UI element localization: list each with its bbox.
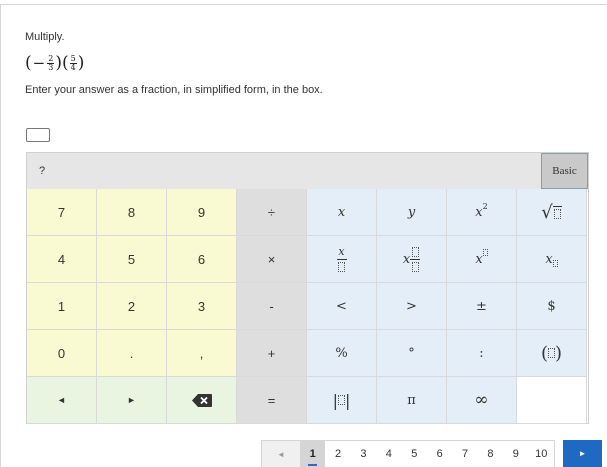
key-cursor-left[interactable]: ◄ xyxy=(27,377,97,424)
key-8[interactable]: 8 xyxy=(97,189,167,236)
math-keypad: ? Basic 7 8 9 ÷ x y x2 √ 4 5 6 × x x x x… xyxy=(26,152,589,424)
key-greater-than[interactable]: > xyxy=(377,283,447,330)
key-6[interactable]: 6 xyxy=(167,236,237,283)
fraction-2: 5 4 xyxy=(69,53,77,72)
keypad-grid: 7 8 9 ÷ x y x2 √ 4 5 6 × x x x x 1 2 3 -… xyxy=(27,189,587,424)
key-square-root[interactable]: √ xyxy=(517,189,587,236)
frame-border-left xyxy=(0,4,1,467)
key-percent[interactable]: % xyxy=(307,330,377,377)
key-plus-minus[interactable]: ± xyxy=(447,283,517,330)
key-4[interactable]: 4 xyxy=(27,236,97,283)
key-decimal[interactable]: . xyxy=(97,330,167,377)
prev-page-button[interactable]: ◄ xyxy=(262,441,300,467)
key-x-power[interactable]: x xyxy=(447,236,517,283)
key-x-subscript[interactable]: x xyxy=(517,236,587,283)
key-3[interactable]: 3 xyxy=(167,283,237,330)
page-3[interactable]: 3 xyxy=(351,441,376,467)
parentheses-icon: () xyxy=(540,342,563,364)
page-9[interactable]: 9 xyxy=(503,441,528,467)
page-4[interactable]: 4 xyxy=(376,441,401,467)
key-comma[interactable]: , xyxy=(167,330,237,377)
page-6[interactable]: 6 xyxy=(427,441,452,467)
backspace-icon xyxy=(191,393,212,407)
key-parentheses[interactable]: () xyxy=(517,330,587,377)
page-10[interactable]: 10 xyxy=(529,441,554,467)
basic-mode-button[interactable]: Basic xyxy=(541,153,588,189)
page-8[interactable]: 8 xyxy=(478,441,503,467)
key-cursor-right[interactable]: ► xyxy=(97,377,167,424)
key-7[interactable]: 7 xyxy=(27,189,97,236)
key-absolute-value[interactable]: | | xyxy=(307,377,377,424)
key-y[interactable]: y xyxy=(377,189,447,236)
key-minus[interactable]: - xyxy=(237,283,307,330)
key-x-squared[interactable]: x2 xyxy=(447,189,517,236)
frame-border-top xyxy=(0,4,607,5)
key-degree[interactable]: ° xyxy=(377,330,447,377)
key-x-times-fraction[interactable]: x xyxy=(377,236,447,283)
left-arrow-icon: ◄ xyxy=(57,395,66,405)
key-backspace[interactable] xyxy=(167,377,237,424)
key-times[interactable]: × xyxy=(237,236,307,283)
math-expression: ( − 2 3 ) ( 5 4 ) xyxy=(25,52,85,73)
key-2[interactable]: 2 xyxy=(97,283,167,330)
page-2[interactable]: 2 xyxy=(325,441,350,467)
key-9[interactable]: 9 xyxy=(167,189,237,236)
answer-input[interactable] xyxy=(26,128,50,142)
key-x[interactable]: x xyxy=(307,189,377,236)
absolute-value-icon: | | xyxy=(332,390,351,410)
instruction-text: Enter your answer as a fraction, in simp… xyxy=(25,84,323,96)
page-5[interactable]: 5 xyxy=(402,441,427,467)
pagination: ◄ 1 2 3 4 5 6 7 8 9 10 xyxy=(261,440,555,467)
key-x-over-box[interactable]: x xyxy=(307,236,377,283)
keypad-header: ? Basic xyxy=(27,153,588,189)
key-pi[interactable]: π xyxy=(377,377,447,424)
right-arrow-icon: ► xyxy=(127,395,136,405)
key-equals[interactable]: = xyxy=(237,377,307,424)
key-0[interactable]: 0 xyxy=(27,330,97,377)
key-dollar[interactable]: $ xyxy=(517,283,587,330)
key-empty xyxy=(517,377,587,424)
help-button[interactable]: ? xyxy=(33,162,51,180)
page-1[interactable]: 1 xyxy=(300,441,326,467)
key-infinity[interactable]: ∞ xyxy=(447,377,517,424)
page-7[interactable]: 7 xyxy=(452,441,477,467)
key-plus[interactable]: + xyxy=(237,330,307,377)
key-5[interactable]: 5 xyxy=(97,236,167,283)
question-prompt: Multiply. xyxy=(25,31,65,43)
sqrt-icon: √ xyxy=(541,202,562,223)
key-1[interactable]: 1 xyxy=(27,283,97,330)
fraction-1: 2 3 xyxy=(47,53,55,72)
key-colon[interactable]: : xyxy=(447,330,517,377)
key-divide[interactable]: ÷ xyxy=(237,189,307,236)
next-page-button[interactable]: ► xyxy=(563,440,602,467)
key-less-than[interactable]: < xyxy=(307,283,377,330)
